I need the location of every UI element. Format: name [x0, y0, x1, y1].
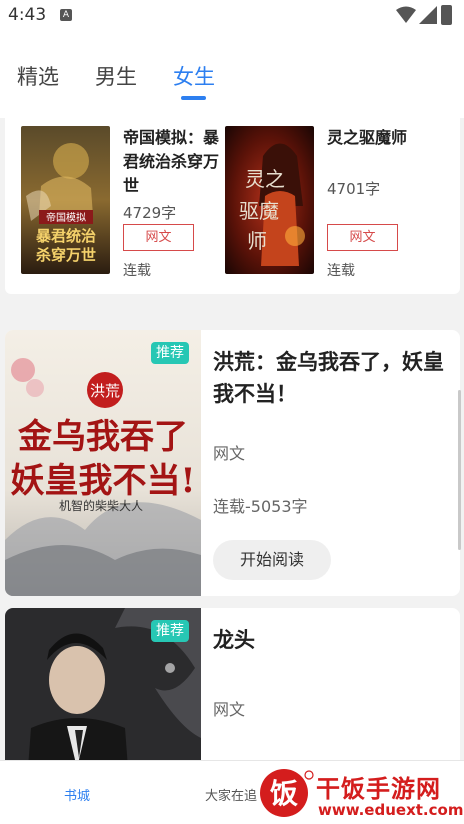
watermark-logo-icon: 饭	[260, 769, 314, 817]
book-title: 龙头	[213, 628, 255, 652]
genre-tag: 网文	[327, 224, 398, 251]
book-list[interactable]: 帝国模拟 暴君统治 杀穿万世 帝国模拟：暴君统治杀穿万世 4729字 网文 连载	[0, 118, 464, 760]
tab-male[interactable]: 男生	[95, 61, 137, 91]
book-title: 帝国模拟：暴君统治杀穿万世	[123, 128, 220, 195]
genre-tag: 网文	[123, 224, 194, 251]
serial-status: 连载	[327, 263, 355, 279]
cover-text-line: 洪荒	[90, 382, 120, 400]
serial-status: 连载	[123, 263, 151, 279]
svg-text:饭: 饭	[270, 777, 298, 810]
battery-icon	[441, 5, 452, 25]
status-time: 4:43	[8, 5, 47, 25]
book-meta: 连载-5053字	[213, 497, 308, 516]
recommend-badge: 推荐	[151, 620, 189, 642]
watermark-url: www.eduext.com	[318, 801, 464, 819]
watermark-title: 干饭手游网	[316, 775, 441, 803]
wifi-icon	[396, 6, 416, 23]
tab-featured[interactable]: 精选	[17, 61, 59, 91]
word-count: 4701字	[327, 180, 381, 198]
site-watermark: 饭 干饭手游网 www.eduext.com	[258, 765, 464, 823]
book-cover-honghuang: 洪荒 金乌我吞了 妖皇我不当! 机智的柴柴大人 推荐	[5, 330, 201, 596]
cover-text-line: 师	[247, 229, 267, 253]
start-reading-button[interactable]: 开始阅读	[213, 540, 331, 580]
cover-text-line: 金乌我吞了	[17, 417, 188, 457]
cover-text-line: 帝国模拟	[46, 211, 86, 224]
book-genre: 网文	[213, 444, 246, 463]
status-bar: 4:43 A	[0, 0, 464, 34]
book-title: 灵之驱魔师	[327, 128, 408, 147]
signal-icon	[419, 6, 437, 24]
bottom-navigation: 书城 大家在追 饭 干饭手游网 www.eduext.com	[0, 760, 464, 824]
word-count: 4729字	[123, 204, 177, 222]
notification-icon: A	[60, 9, 72, 21]
scrollbar[interactable]	[458, 390, 461, 550]
book-title: 洪荒：金乌我吞了，妖皇我不当！	[213, 350, 444, 406]
cover-text-line: 驱魔	[239, 199, 279, 223]
active-tab-indicator	[181, 96, 206, 100]
recommend-badge: 推荐	[151, 342, 189, 364]
cover-text-line: 妖皇我不当!	[11, 461, 196, 501]
nav-trending[interactable]: 大家在追	[205, 785, 257, 804]
cover-text-line: 机智的柴柴大人	[59, 498, 143, 513]
book-cover-exorcist: 灵之 驱魔 师	[225, 126, 314, 274]
book-grid-card: 帝国模拟 暴君统治 杀穿万世 帝国模拟：暴君统治杀穿万世 4729字 网文 连载	[5, 118, 460, 294]
book-cover-longtou: 推荐	[5, 608, 201, 760]
nav-bookstore[interactable]: 书城	[64, 785, 90, 804]
cover-text-line: 杀穿万世	[36, 246, 96, 264]
book-cover-empire-sim: 帝国模拟 暴君统治 杀穿万世	[21, 126, 110, 274]
book-item-empire-sim[interactable]: 帝国模拟 暴君统治 杀穿万世 帝国模拟：暴君统治杀穿万世 4729字 网文 连载	[21, 126, 231, 286]
tab-female[interactable]: 女生	[173, 61, 215, 91]
cover-text-line: 灵之	[245, 167, 285, 191]
category-tabs: 精选 男生 女生	[0, 34, 464, 118]
featured-book-longtou[interactable]: 推荐 龙头 网文	[5, 608, 460, 760]
cover-text-line: 暴君统治	[36, 227, 96, 245]
book-item-exorcist[interactable]: 灵之 驱魔 师 灵之驱魔师 4701字 网文 连载	[225, 126, 435, 286]
featured-book-honghuang[interactable]: 洪荒 金乌我吞了 妖皇我不当! 机智的柴柴大人 推荐 洪荒：金乌我吞了，妖皇我不…	[5, 330, 460, 596]
book-genre: 网文	[213, 700, 246, 719]
